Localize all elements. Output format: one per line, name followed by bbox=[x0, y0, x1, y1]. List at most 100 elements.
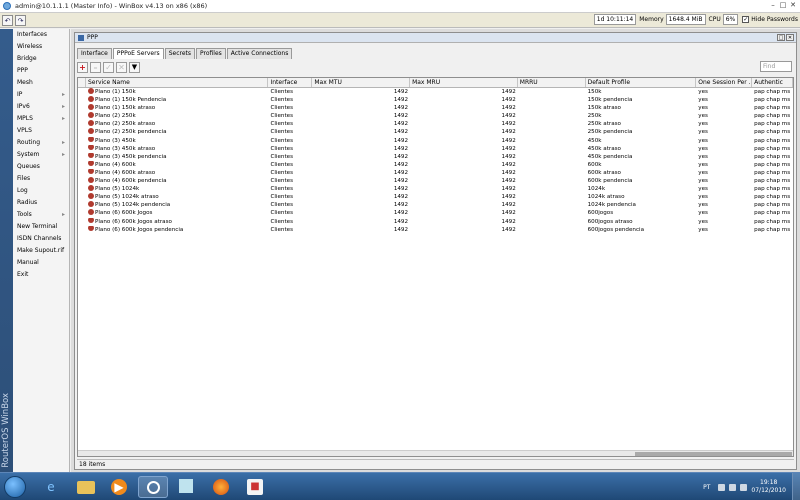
menu-item-ppp[interactable]: PPP bbox=[13, 65, 69, 77]
table-row[interactable]: Plano (6) 600k Jogos Clientes 1492 1492 600j… bbox=[78, 209, 793, 217]
menu-item-radius[interactable]: Radius bbox=[13, 197, 69, 209]
tab-active-connections[interactable]: Active Connections bbox=[226, 48, 293, 59]
table-cell: yes bbox=[698, 210, 708, 217]
memory-value: 1648.4 MiB bbox=[665, 14, 706, 25]
firefox-icon[interactable] bbox=[206, 476, 236, 498]
scrollbar-thumb[interactable] bbox=[635, 452, 792, 456]
clock[interactable]: 19:18 07/12/2010 bbox=[751, 479, 786, 495]
table-row[interactable]: Plano (4) 600k Clientes 1492 1492 600k yes pap… bbox=[78, 160, 793, 169]
menu-item-ip[interactable]: IP ▸ bbox=[13, 89, 69, 101]
minimize-button[interactable]: – bbox=[768, 0, 778, 11]
close-button[interactable]: ✕ bbox=[788, 0, 798, 11]
menu-item-files[interactable]: Files bbox=[13, 173, 69, 185]
remove-button[interactable]: – bbox=[90, 62, 101, 73]
table-row[interactable]: Plano (2) 250k pendencia Clientes 1492 1492… bbox=[78, 128, 793, 136]
table-row[interactable]: Plano (5) 1024k atraso Clientes 1492 1492 10… bbox=[78, 193, 793, 201]
table-cell: 1492 bbox=[393, 202, 409, 209]
add-button[interactable]: + bbox=[77, 62, 88, 73]
start-button[interactable] bbox=[4, 476, 26, 498]
table-cell: 1492 bbox=[501, 218, 516, 225]
service-name: Plano (2) 250k pendencia bbox=[94, 129, 167, 136]
menu-item-routing[interactable]: Routing ▸ bbox=[13, 137, 69, 149]
menu-item-mpls[interactable]: MPLS ▸ bbox=[13, 113, 69, 125]
table-row[interactable]: Plano (1) 150k Clientes 1492 1492 150k yes pap… bbox=[78, 88, 793, 96]
column-header-mrru[interactable]: MRRU bbox=[518, 78, 586, 87]
tray-volume-icon[interactable] bbox=[740, 483, 748, 491]
column-header-authentic[interactable]: Authentic bbox=[752, 78, 793, 87]
menu-item-interfaces[interactable]: Interfaces bbox=[13, 29, 69, 41]
pppoe-server-icon bbox=[87, 104, 94, 110]
folder-icon[interactable] bbox=[70, 476, 100, 498]
tab-pppoe-servers[interactable]: PPPoE Servers bbox=[112, 48, 164, 59]
table-row[interactable]: Plano (4) 600k pendencia Clientes 1492 1492… bbox=[78, 177, 793, 185]
notepad-icon[interactable] bbox=[172, 476, 202, 498]
table-row[interactable]: Plano (3) 450k Clientes 1492 1492 450k yes pap… bbox=[78, 136, 793, 145]
winbox-icon[interactable] bbox=[138, 476, 168, 498]
column-header-service-name[interactable]: Service Name bbox=[86, 78, 269, 87]
table-row[interactable]: Plano (2) 250k Clientes 1492 1492 250k yes pap… bbox=[78, 112, 793, 120]
ppp-restore-button[interactable]: □ bbox=[777, 34, 785, 41]
redo-icon[interactable]: ↷ bbox=[15, 14, 26, 26]
ppp-close-button[interactable]: ✕ bbox=[786, 34, 794, 41]
column-header-max-mru[interactable]: Max MRU bbox=[410, 78, 518, 87]
table-row[interactable]: Plano (4) 600k atraso Clientes 1492 1492 600… bbox=[78, 168, 793, 177]
menu-item-tools[interactable]: Tools ▸ bbox=[13, 209, 69, 221]
filter-icon[interactable]: ▼ bbox=[129, 62, 140, 73]
find-input[interactable]: Find bbox=[760, 61, 792, 72]
table-row[interactable]: Plano (1) 150k Pendencia Clientes 1492 1492… bbox=[78, 96, 793, 104]
table-row[interactable]: Plano (6) 600k Jogos atraso Clientes 1492 1… bbox=[78, 217, 793, 226]
column-header-interface[interactable]: Interface bbox=[268, 78, 313, 87]
enable-button[interactable]: ✓ bbox=[103, 62, 114, 73]
disable-button[interactable]: ✕ bbox=[116, 62, 127, 73]
column-header-default-profile[interactable]: Default Profile bbox=[586, 78, 697, 87]
service-name: Plano (3) 450k bbox=[94, 137, 136, 144]
service-name: Plano (3) 450k atraso bbox=[94, 145, 156, 152]
menu-item-ipv6[interactable]: IPv6 ▸ bbox=[13, 101, 69, 113]
hide-passwords-checkbox[interactable]: ✓ bbox=[742, 16, 750, 23]
pppoe-server-icon bbox=[87, 144, 94, 151]
table-row[interactable]: Plano (5) 1024k pendencia Clientes 1492 149… bbox=[78, 201, 793, 209]
undo-icon[interactable]: ↶ bbox=[2, 14, 13, 26]
menu-item-manual[interactable]: Manual bbox=[13, 257, 69, 269]
submenu-arrow-icon: ▸ bbox=[61, 211, 65, 218]
table-cell: Clientes bbox=[270, 218, 294, 225]
column-header-max-mtu[interactable]: Max MTU bbox=[312, 78, 411, 87]
tab-secrets[interactable]: Secrets bbox=[164, 48, 195, 59]
table-row[interactable]: Plano (2) 250k atraso Clientes 1492 1492 250… bbox=[78, 120, 793, 128]
menu-item-label: IPv6 bbox=[17, 103, 30, 110]
tab-profiles[interactable]: Profiles bbox=[196, 48, 226, 59]
tab-interface[interactable]: Interface bbox=[77, 48, 112, 59]
menu-item-queues[interactable]: Queues bbox=[13, 161, 69, 173]
horizontal-scrollbar[interactable] bbox=[78, 450, 793, 456]
menu-item-make-supout-rif[interactable]: Make Supout.rif bbox=[13, 245, 69, 257]
paint-icon[interactable]: ■ bbox=[240, 476, 270, 498]
table-cell: pap chap ms bbox=[754, 226, 791, 233]
table-cell bbox=[518, 104, 586, 112]
menu-item-mesh[interactable]: Mesh bbox=[13, 77, 69, 89]
menu-item-bridge[interactable]: Bridge bbox=[13, 53, 69, 65]
menu-item-log[interactable]: Log bbox=[13, 185, 69, 197]
language-indicator[interactable]: PT bbox=[703, 484, 710, 491]
menu-item-isdn-channels[interactable]: ISDN Channels bbox=[13, 233, 69, 245]
menu-item-wireless[interactable]: Wireless bbox=[13, 41, 69, 53]
table-row[interactable]: Plano (3) 450k atraso Clientes 1492 1492 450… bbox=[78, 144, 793, 153]
table-cell: yes bbox=[698, 161, 708, 168]
table-cell: Clientes bbox=[270, 137, 294, 144]
menu-item-exit[interactable]: Exit bbox=[13, 269, 69, 281]
table-row[interactable]: Plano (6) 600k Jogos pendencia Clientes 14… bbox=[78, 225, 793, 234]
internet-explorer-icon[interactable]: e bbox=[36, 476, 66, 498]
menu-item-label: VPLS bbox=[17, 127, 32, 134]
menu-item-vpls[interactable]: VPLS bbox=[13, 125, 69, 137]
table-cell: Clientes bbox=[270, 153, 294, 160]
maximize-button[interactable]: □ bbox=[778, 0, 788, 11]
tray-flag-icon[interactable] bbox=[718, 483, 726, 491]
table-row[interactable]: Plano (1) 150k atraso Clientes 1492 1492 150… bbox=[78, 104, 793, 112]
table-row[interactable]: Plano (5) 1024k Clientes 1492 1492 1024k yes p… bbox=[78, 185, 793, 193]
media-player-icon[interactable]: ▶ bbox=[104, 476, 134, 498]
column-header-one-session-per[interactable]: One Session Per ... bbox=[696, 78, 753, 87]
table-row[interactable]: Plano (3) 450k pendencia Clientes 1492 1492… bbox=[78, 152, 793, 161]
menu-item-new-terminal[interactable]: New Terminal bbox=[13, 221, 69, 233]
show-desktop-button[interactable] bbox=[792, 473, 800, 500]
tray-network-icon[interactable] bbox=[729, 483, 737, 491]
menu-item-system[interactable]: System ▸ bbox=[13, 149, 69, 161]
